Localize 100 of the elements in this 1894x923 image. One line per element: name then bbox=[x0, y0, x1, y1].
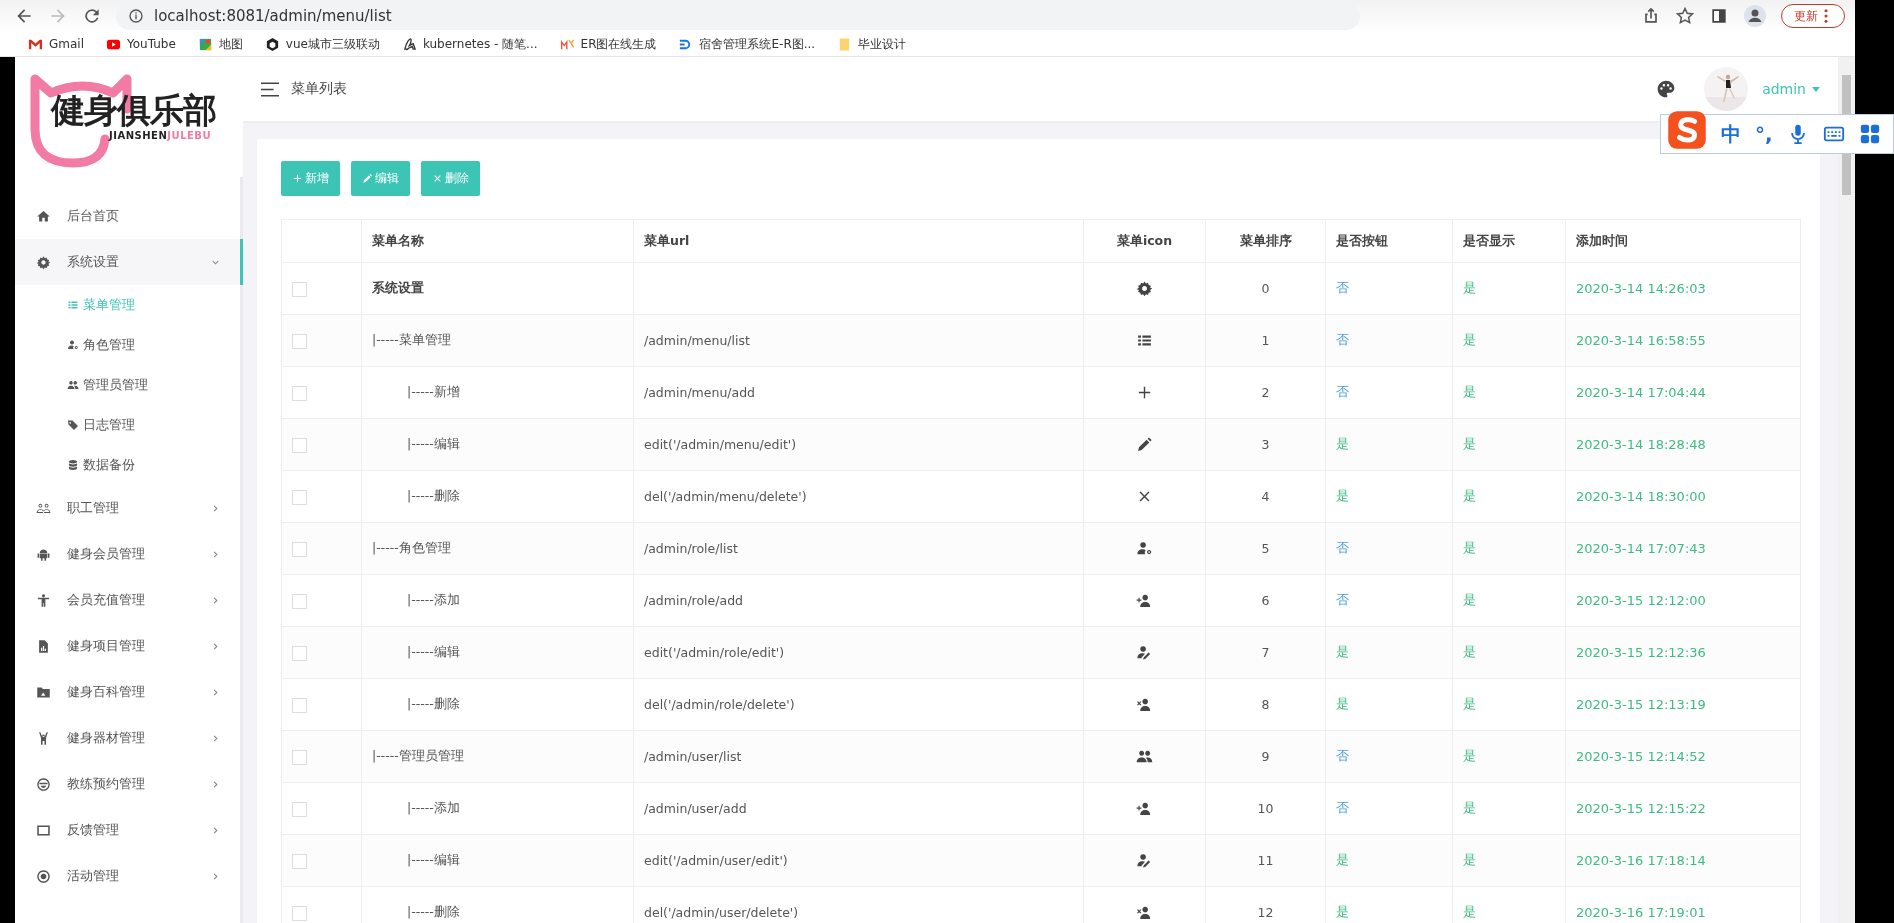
caret-icon[interactable] bbox=[1812, 86, 1820, 92]
table-cell: |-----菜单管理 bbox=[361, 314, 634, 367]
sidebar-item[interactable]: 健身会员管理 bbox=[15, 531, 240, 577]
users-icon bbox=[1136, 748, 1153, 765]
table-cell: 否 bbox=[1325, 574, 1453, 627]
figure-icon bbox=[36, 730, 51, 746]
side-panel-icon[interactable] bbox=[1709, 6, 1729, 26]
target-icon bbox=[36, 868, 51, 884]
person-icon bbox=[36, 592, 51, 608]
grid-icon[interactable] bbox=[1858, 123, 1881, 145]
sidebar-item[interactable]: 职工管理 bbox=[15, 485, 240, 531]
user-gear-icon bbox=[1136, 540, 1153, 557]
sidebar-item[interactable]: 会员充值管理 bbox=[15, 577, 240, 623]
gear-icon bbox=[36, 254, 51, 270]
table-cell: 是 bbox=[1325, 678, 1453, 731]
palette-icon[interactable] bbox=[1656, 79, 1677, 99]
user-remove-icon bbox=[1136, 696, 1153, 713]
checkbox[interactable] bbox=[292, 333, 307, 349]
table-cell: 2020-3-16 17:18:14 bbox=[1565, 834, 1801, 887]
table-cell: 是 bbox=[1325, 470, 1453, 523]
sidebar-item[interactable]: 系统设置 bbox=[15, 239, 240, 285]
sidebar-item[interactable]: 健身器材管理 bbox=[15, 715, 240, 761]
bookmark[interactable]: vue城市三级联动 bbox=[264, 35, 380, 53]
table-cell: edit('/admin/menu/edit') bbox=[644, 437, 797, 452]
table-cell: 是 bbox=[1325, 418, 1453, 471]
table-cell: 是 bbox=[1452, 574, 1566, 627]
table-cell: 2020-3-15 12:14:52 bbox=[1565, 730, 1801, 783]
checkbox[interactable] bbox=[292, 801, 307, 817]
database-icon bbox=[67, 459, 79, 471]
checkbox[interactable] bbox=[292, 853, 307, 869]
user-pencil-icon bbox=[1136, 852, 1153, 869]
table-cell: 否 bbox=[1325, 730, 1453, 783]
bookmark[interactable]: 毕业设计 bbox=[837, 35, 907, 53]
chevron-right-icon bbox=[211, 825, 220, 835]
bookmark[interactable]: YouTube bbox=[106, 36, 176, 52]
chevron-right-icon bbox=[211, 779, 220, 789]
table-cell: |-----编辑 bbox=[361, 834, 634, 887]
chevron-right-icon bbox=[211, 549, 220, 559]
sidebar-item[interactable]: 健身项目管理 bbox=[15, 623, 240, 669]
profile-icon[interactable] bbox=[1743, 4, 1767, 28]
checkbox[interactable] bbox=[292, 385, 307, 401]
table-cell: |-----角色管理 bbox=[361, 522, 634, 575]
ime-logo-icon[interactable] bbox=[1667, 110, 1707, 150]
checkbox[interactable] bbox=[292, 281, 307, 297]
checkbox[interactable] bbox=[292, 437, 307, 453]
submenu-item[interactable]: 日志管理 bbox=[15, 405, 240, 445]
page-title: 菜单列表 bbox=[291, 80, 347, 98]
users-icon bbox=[67, 379, 79, 391]
sidebar-item[interactable]: 活动管理 bbox=[15, 853, 240, 899]
checkbox[interactable] bbox=[292, 593, 307, 609]
table-cell: 是 bbox=[1452, 730, 1566, 783]
checkbox[interactable] bbox=[292, 905, 307, 921]
table-cell: del('/admin/role/delete') bbox=[644, 697, 795, 712]
star-icon[interactable] bbox=[1675, 6, 1695, 26]
table-cell: 3 bbox=[1205, 418, 1326, 471]
update-button[interactable]: 更新 bbox=[1781, 4, 1845, 28]
table-cell: 是 bbox=[1452, 418, 1566, 471]
table-cell: 2020-3-15 12:12:36 bbox=[1565, 626, 1801, 679]
table-cell: /admin/user/list bbox=[644, 749, 742, 764]
table-cell: /admin/menu/add bbox=[644, 385, 756, 400]
checkbox[interactable] bbox=[292, 749, 307, 765]
submenu-item[interactable]: 角色管理 bbox=[15, 325, 240, 365]
table-cell: 2020-3-14 18:28:48 bbox=[1565, 418, 1801, 471]
submenu-item[interactable]: 管理员管理 bbox=[15, 365, 240, 405]
input-mode[interactable]: 中 bbox=[1721, 120, 1741, 148]
checkbox[interactable] bbox=[292, 489, 307, 505]
sidebar-item[interactable]: 后台首页 bbox=[15, 193, 240, 239]
home-icon bbox=[36, 208, 51, 224]
table-cell: |-----删除 bbox=[361, 470, 634, 523]
menu-icon[interactable] bbox=[1823, 7, 1829, 25]
checkbox[interactable] bbox=[292, 697, 307, 713]
bookmark[interactable]: Gmail bbox=[28, 36, 84, 52]
table-cell: 2020-3-14 14:26:03 bbox=[1565, 262, 1801, 315]
checkbox[interactable] bbox=[292, 645, 307, 661]
table-cell: 10 bbox=[1205, 782, 1326, 835]
checkbox[interactable] bbox=[292, 541, 307, 557]
bookmark[interactable]: 地图 bbox=[197, 35, 243, 53]
table-cell: |-----添加 bbox=[361, 574, 634, 627]
submenu-item[interactable]: 数据备份 bbox=[15, 445, 240, 485]
user-plus-icon bbox=[1136, 592, 1153, 609]
table-cell: 7 bbox=[1205, 626, 1326, 679]
sidebar-item[interactable]: 教练预约管理 bbox=[15, 761, 240, 807]
reload-icon[interactable] bbox=[82, 6, 102, 26]
bookmark[interactable]: 宿舍管理系统E-R图... bbox=[678, 35, 816, 53]
sidebar-item[interactable]: 健身百科管理 bbox=[15, 669, 240, 715]
bookmark[interactable]: ER图在线生成 bbox=[559, 35, 657, 53]
table-cell: 是 bbox=[1452, 522, 1566, 575]
sidebar-item[interactable]: 反馈管理 bbox=[15, 807, 240, 853]
table-cell: /admin/user/add bbox=[644, 801, 747, 816]
table-cell: 是 bbox=[1325, 834, 1453, 887]
table-cell: 6 bbox=[1205, 574, 1326, 627]
user-gear-icon bbox=[67, 339, 79, 351]
table-cell: 9 bbox=[1205, 730, 1326, 783]
menu-icon[interactable] bbox=[261, 81, 279, 97]
table-cell: |-----编辑 bbox=[361, 626, 634, 679]
punctuation-mode[interactable]: °, bbox=[1755, 122, 1773, 146]
table-cell: 2020-3-15 12:13:19 bbox=[1565, 678, 1801, 731]
table-cell: 2020-3-14 16:58:55 bbox=[1565, 314, 1801, 367]
table-cell: 否 bbox=[1325, 366, 1453, 419]
bookmark[interactable]: kubernetes - 随笔... bbox=[401, 35, 538, 53]
